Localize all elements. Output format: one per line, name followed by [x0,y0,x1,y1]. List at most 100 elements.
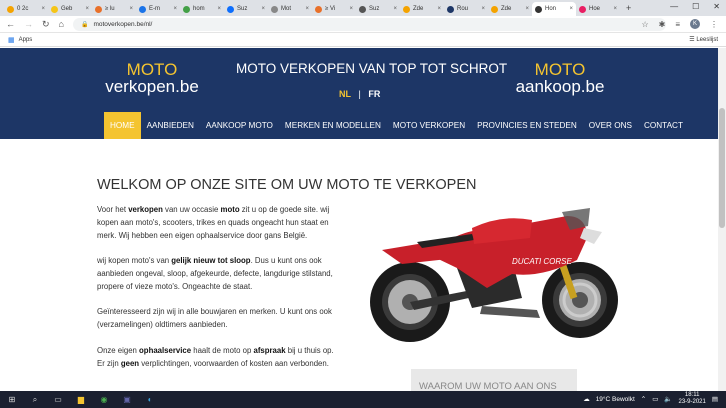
url-field[interactable]: 🔒 motoverkopen.be/nl/ [72,17,666,31]
tab-close-icon[interactable]: × [393,6,397,12]
new-tab-icon[interactable]: + [626,3,631,13]
scrollbar-thumb[interactable] [719,108,725,228]
tab-close-icon[interactable]: × [129,6,133,12]
window-controls: — ☐ ✕ [670,2,720,11]
weather-icon[interactable]: ☁ [583,395,590,403]
profile-avatar[interactable]: K [690,19,700,29]
menu-item-provincies-en-steden[interactable]: PROVINCIES EN STEDEN [471,112,583,139]
logo-motoaankoop[interactable]: MOTO aankoop.be [512,61,608,95]
more-icon[interactable]: ⋮ [710,20,718,29]
weather-text[interactable]: 19°C Bewolkt [596,396,635,403]
browser-tab[interactable]: Suz × [224,2,268,16]
motorcycle-image: DUCATI CORSE [370,208,618,342]
tab-label: Hon [545,6,557,12]
reading-list-label: Leeslijst [696,37,718,43]
edge-icon[interactable]: ◐ [144,394,156,406]
menu-item-contact[interactable]: CONTACT [638,112,689,139]
menu-item-home[interactable]: HOME [104,112,141,139]
teams-icon[interactable]: ▣ [121,394,133,406]
home-icon[interactable]: ⌂ [59,19,64,29]
browser-tab[interactable]: Zde × [400,2,444,16]
tab-close-icon[interactable]: × [613,6,617,12]
minimize-icon[interactable]: — [670,2,678,11]
browser-tab[interactable]: Hoe × [576,2,620,16]
bookmark-star-icon[interactable]: ☆ [641,20,648,29]
tab-close-icon[interactable]: × [305,6,309,12]
logo-motoverkopen[interactable]: MOTO verkopen.be [104,61,200,95]
tab-favicon-icon [95,5,102,13]
volume-icon[interactable]: 🔈 [664,395,672,403]
menu-item-aankoop-moto[interactable]: AANKOOP MOTO [200,112,279,139]
paragraph-2: wij kopen moto's van gelijk nieuw tot sl… [97,256,333,291]
lang-fr-link[interactable]: FR [368,89,380,99]
menu-item-merken-en-modellen[interactable]: MERKEN EN MODELLEN [279,112,387,139]
apps-link[interactable]: Apps [19,37,33,43]
tab-close-icon[interactable]: × [85,6,89,12]
browser-tab[interactable]: Rou × [444,2,488,16]
tab-favicon-icon [7,5,14,13]
tab-close-icon[interactable]: × [525,6,529,12]
bike-brand-text: DUCATI CORSE [512,257,573,266]
tab-favicon-icon [403,5,410,13]
browser-tab[interactable]: ≥ Vi × [312,2,356,16]
apps-grid-icon[interactable]: ▦ [8,36,15,44]
forward-icon[interactable]: → [24,19,33,29]
reading-list-button[interactable]: ☰ Leeslijst [689,36,718,43]
notifications-icon[interactable]: ▤ [712,395,718,403]
tab-close-icon[interactable]: × [173,6,177,12]
browser-tab[interactable]: ≥ lu × [92,2,136,16]
windows-start-icon[interactable]: ⊞ [6,394,18,406]
search-icon[interactable]: ⌕ [29,394,41,406]
tab-close-icon[interactable]: × [569,6,573,12]
tab-close-icon[interactable]: × [437,6,441,12]
tab-label: hom [193,6,205,12]
maximize-icon[interactable]: ☐ [692,2,699,11]
browser-tab[interactable]: Geb × [48,2,92,16]
system-tray: ☁ 19°C Bewolkt ⌃ ▭ 🔈 18:11 23-9-2021 ▤ [583,392,718,406]
lang-nl-link[interactable]: NL [339,89,351,99]
tab-label: Zde [501,6,512,12]
menu-item-over-ons[interactable]: OVER ONS [583,112,638,139]
main-menu: HOME AANBIEDEN AANKOOP MOTO MERKEN EN MO… [104,112,689,139]
tab-label: 0 2c [17,6,29,12]
task-view-icon[interactable]: ▭ [52,394,64,406]
back-icon[interactable]: ← [6,19,15,29]
menu-item-aanbieden[interactable]: AANBIEDEN [141,112,200,139]
file-explorer-icon[interactable]: ▆ [75,394,87,406]
site-tagline: MOTO VERKOPEN VAN TOP TOT SCHROT [236,61,508,76]
tab-close-icon[interactable]: × [481,6,485,12]
browser-tab[interactable]: Mot × [268,2,312,16]
tab-close-icon[interactable]: × [41,6,45,12]
tab-favicon-icon [535,5,542,13]
clock[interactable]: 18:11 23-9-2021 [678,392,705,406]
tab-favicon-icon [359,5,366,13]
close-window-icon[interactable]: ✕ [713,2,720,11]
network-icon[interactable]: ▭ [652,395,658,403]
browser-tab[interactable]: Zde × [488,2,532,16]
menu-item-moto-verkopen[interactable]: MOTO VERKOPEN [387,112,471,139]
browser-tab[interactable]: E-m × [136,2,180,16]
browser-tab[interactable]: Suz × [356,2,400,16]
tab-close-icon[interactable]: × [349,6,353,12]
tab-label: ≥ lu [105,6,115,12]
tab-close-icon[interactable]: × [261,6,265,12]
chrome-icon[interactable]: ◉ [98,394,110,406]
paragraph-4: Onze eigen ophaalservice haalt de moto o… [97,345,334,368]
browser-tab[interactable]: 0 2c × [4,2,48,16]
menu-icon[interactable]: ≡ [675,20,680,29]
page-title: WELKOM OP ONZE SITE OM UW MOTO TE VERKOP… [97,177,477,193]
browser-tab-bar: 0 2c × Geb × ≥ lu × E-m × hom × Suz × Mot × ≥ Vi × Suz × Z… [0,0,726,16]
tab-close-icon[interactable]: × [217,6,221,12]
extensions-icon[interactable]: ✱ [659,20,666,29]
page-scrollbar[interactable] [718,48,726,391]
tab-favicon-icon [183,5,190,13]
logo-right-bottom: aankoop.be [515,77,605,96]
reload-icon[interactable]: ↻ [42,19,50,30]
browser-tab[interactable]: Hon × [532,2,576,16]
tray-chevron-icon[interactable]: ⌃ [641,395,646,403]
logo-right-top: MOTO [534,60,586,79]
lock-icon[interactable]: 🔒 [81,21,88,28]
tab-label: Suz [369,6,380,12]
browser-tab[interactable]: hom × [180,2,224,16]
lang-separator: | [358,89,361,99]
